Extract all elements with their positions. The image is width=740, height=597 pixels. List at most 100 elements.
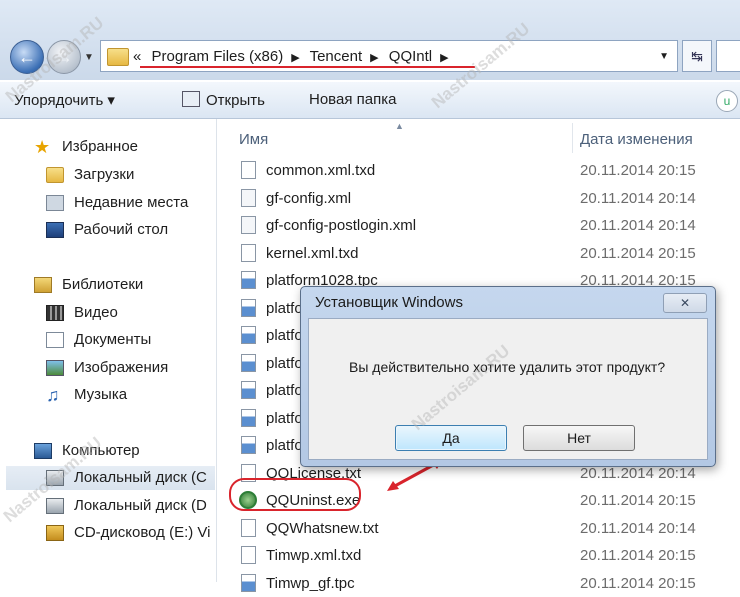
desktop-icon <box>46 222 64 238</box>
view-options-icon[interactable]: u <box>716 90 738 112</box>
command-bar: Упорядочить ▾ Открыть Новая папка u <box>0 82 740 119</box>
breadcrumb-tencent[interactable]: Tencent <box>310 48 363 65</box>
annotation-circle <box>229 478 361 511</box>
tpc-icon <box>241 573 256 592</box>
no-button[interactable]: Нет <box>523 425 635 451</box>
file-name: Timwp.xml.txd <box>266 547 362 564</box>
new-folder-button[interactable]: Новая папка <box>309 91 396 108</box>
tpc-icon <box>241 408 256 427</box>
nav-label: Изображения <box>74 359 169 376</box>
nav-label: CD-дисковод (E:) Vi <box>74 524 211 541</box>
file-row[interactable]: gf-config-postlogin.xml 20.11.2014 20:14 <box>217 212 740 239</box>
file-name: Timwp_gf.tpc <box>266 574 355 592</box>
file-name: platfo <box>266 327 303 344</box>
file-icon <box>241 546 256 564</box>
file-name: platfo <box>266 299 303 317</box>
file-row[interactable]: common.xml.txd 20.11.2014 20:15 <box>217 157 740 184</box>
sort-up-icon: ▲ <box>395 121 404 131</box>
search-input[interactable] <box>716 40 740 72</box>
recent-pages-dropdown[interactable]: ▼ <box>84 52 94 63</box>
music-icon: ♫ <box>46 385 60 405</box>
images-icon <box>46 360 64 376</box>
breadcrumb: « Program Files (x86) ▶ Tencent ▶ QQIntl ▶ <box>133 48 455 65</box>
breadcrumb-overflow[interactable]: « <box>133 48 141 65</box>
downloads-folder-icon <box>46 167 64 183</box>
open-button[interactable]: Открыть <box>182 91 265 109</box>
libraries-icon <box>34 277 52 293</box>
tpc-icon <box>241 326 256 344</box>
annotation-underline <box>140 66 475 68</box>
file-name: QQWhatsnew.txt <box>266 519 379 537</box>
file-row[interactable]: kernel.xml.txd 20.11.2014 20:15 <box>217 240 740 267</box>
documents-icon <box>46 332 64 348</box>
nav-label: Библиотеки <box>62 276 144 293</box>
file-date: 20.11.2014 20:15 <box>580 574 696 592</box>
nav-label: Видео <box>74 304 118 321</box>
recent-places-icon <box>46 195 64 211</box>
computer-icon <box>34 443 52 459</box>
chevron-right-icon[interactable]: ▶ <box>440 52 448 64</box>
file-date: 20.11.2014 20:15 <box>580 244 696 262</box>
file-name: platfo <box>266 437 303 454</box>
file-name: gf-config-postlogin.xml <box>266 217 417 234</box>
xml-icon <box>241 216 256 234</box>
navigation-pane: ★ Избранное Загрузки Недавние места Рабоч… <box>0 119 217 582</box>
dialog-close-button[interactable]: ✕ <box>663 293 707 313</box>
installer-dialog: Установщик Windows ✕ Вы действительно хо… <box>300 286 716 467</box>
column-date-header[interactable]: Дата изменения <box>580 131 693 148</box>
video-icon <box>46 305 64 321</box>
tpc-icon <box>241 381 256 399</box>
nav-label: Избранное <box>62 138 139 155</box>
address-dropdown-icon[interactable]: ▼ <box>659 51 669 62</box>
file-row[interactable]: QQWhatsnew.txt 20.11.2014 20:14 <box>217 515 740 542</box>
refresh-icon: ↹ <box>691 47 703 64</box>
file-name: kernel.xml.txd <box>266 244 359 262</box>
folder-icon <box>107 48 129 66</box>
cd-drive-icon <box>46 525 64 541</box>
dialog-body: Вы действительно хотите удалить этот про… <box>308 318 708 460</box>
file-row[interactable]: Timwp.xml.txd 20.11.2014 20:15 <box>217 542 740 569</box>
file-name: platfo <box>266 409 303 427</box>
dialog-title: Установщик Windows <box>315 294 463 311</box>
file-icon <box>241 518 256 537</box>
nav-label: Недавние места <box>74 194 189 211</box>
nav-label: Рабочий стол <box>74 221 169 238</box>
breadcrumb-program-files[interactable]: Program Files (x86) <box>152 48 284 65</box>
file-icon <box>241 243 256 262</box>
file-icon <box>241 161 256 179</box>
column-headers: ▲ Имя Дата изменения <box>217 119 740 157</box>
file-row[interactable]: Timwp_gf.tpc 20.11.2014 20:15 <box>217 570 740 597</box>
xml-icon <box>241 188 256 207</box>
refresh-button[interactable]: ↹ <box>682 40 712 72</box>
nav-label: Загрузки <box>74 166 135 183</box>
yes-button[interactable]: Да <box>395 425 507 451</box>
chevron-right-icon[interactable]: ▶ <box>370 52 378 64</box>
file-date: 20.11.2014 20:15 <box>580 547 696 564</box>
nav-label: Документы <box>74 331 152 348</box>
nav-label: Локальный диск (D <box>74 497 207 514</box>
close-icon: ✕ <box>679 296 691 310</box>
column-name-header[interactable]: Имя <box>239 131 268 148</box>
file-date: 20.11.2014 20:15 <box>580 162 696 179</box>
file-date: 20.11.2014 20:14 <box>580 217 696 234</box>
file-name: platfo <box>266 354 303 372</box>
address-bar-area: ← → ▼ « Program Files (x86) ▶ Tencent ▶ QQ… <box>0 0 740 80</box>
file-row[interactable]: gf-config.xml 20.11.2014 20:14 <box>217 185 740 212</box>
nav-label: Локальный диск (C <box>74 469 207 486</box>
open-label: Открыть <box>206 92 265 109</box>
star-icon: ★ <box>34 137 51 157</box>
nav-label: Музыка <box>74 386 128 403</box>
column-divider[interactable] <box>572 123 573 153</box>
tpc-icon <box>241 271 256 289</box>
open-icon <box>182 91 200 107</box>
tpc-icon <box>241 353 256 372</box>
tpc-icon <box>241 298 256 317</box>
file-date: 20.11.2014 20:14 <box>580 519 696 537</box>
file-name: common.xml.txd <box>266 162 376 179</box>
file-name: gf-config.xml <box>266 189 352 207</box>
file-date: 20.11.2014 20:15 <box>580 492 696 509</box>
file-name: platfo <box>266 382 303 399</box>
disk-icon <box>46 498 64 514</box>
chevron-right-icon[interactable]: ▶ <box>291 52 299 64</box>
breadcrumb-qqintl[interactable]: QQIntl <box>389 48 432 65</box>
